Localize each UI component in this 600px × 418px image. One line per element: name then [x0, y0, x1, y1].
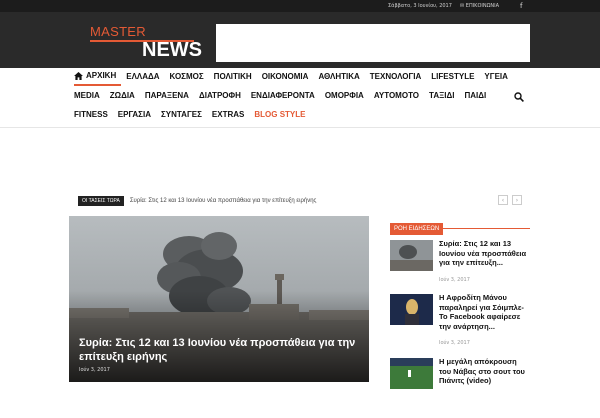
facebook-icon[interactable]: f [520, 2, 522, 10]
nav-row-3: FITNESS ΕΡΓΑΣΙΑ ΣΥΝΤΑΓΕΣ EXTRAS BLOG STY… [74, 106, 310, 124]
news-feed-sidebar: ΡΟΗ ΕΙΔΗΣΕΩΝ Συρία: Στις 12 και 13 Ιουνί… [390, 215, 530, 389]
nav-item-blog-style[interactable]: BLOG STYLE [249, 106, 310, 124]
nav-item-recipes[interactable]: ΣΥΝΤΑΓΕΣ [156, 106, 207, 124]
logo-news: NEWS [142, 39, 202, 61]
current-date: Σάββατο, 3 Ιουνίου, 2017 [388, 3, 452, 9]
contact-link[interactable]: ✉ ΕΠΙΚΟΙΝΩΝΙΑ [460, 3, 499, 9]
nav-item-sports[interactable]: ΑΘΛΗΤΙΚΑ [313, 68, 364, 86]
site-header: MASTER NEWS [0, 12, 600, 68]
nav-item-extras[interactable]: EXTRAS [207, 106, 249, 124]
nav-item-automoto[interactable]: ΑΥΤΟΜΟΤΟ [369, 87, 424, 105]
nav-item-health[interactable]: ΥΓΕΙΑ [479, 68, 512, 86]
nav-item-weird[interactable]: ΠΑΡΑΞΕΝΑ [140, 87, 194, 105]
logo-master: MASTER [90, 24, 146, 39]
featured-date: Ιούν 3, 2017 [79, 367, 110, 373]
news-thumbnail[interactable] [390, 294, 433, 325]
nav-item-world[interactable]: ΚΟΣΜΟΣ [165, 68, 209, 86]
nav-item-greece[interactable]: ΕΛΛΑΔΑ [121, 68, 164, 86]
ticker-next-button[interactable]: › [512, 195, 522, 205]
nav-item-politics[interactable]: ΠΟΛΙΤΙΚΗ [209, 68, 257, 86]
featured-article[interactable]: Συρία: Στις 12 και 13 Ιουνίου νέα προσπά… [69, 216, 369, 382]
news-feed-item[interactable]: Συρία: Στις 12 και 13 Ιουνίου νέα προσπά… [390, 239, 530, 300]
nav-item-economy[interactable]: ΟΙΚΟΝΟΜΙΑ [257, 68, 314, 86]
nav-item-fitness[interactable]: FITNESS [74, 106, 113, 124]
trending-ticker: ΟΙ ΤΑΣΕΙΣ ΤΩΡΑ Συρία: Στις 12 και 13 Ιου… [78, 195, 316, 207]
search-icon[interactable] [514, 92, 524, 102]
site-logo[interactable]: MASTER NEWS [88, 24, 202, 68]
news-title[interactable]: Η Αφροδίτη Μάνου παραληρεί για Σόιμπλε- … [439, 293, 530, 331]
nav-row-1: ΑΡΧΙΚΗ ΕΛΛΑΔΑ ΚΟΣΜΟΣ ΠΟΛΙΤΙΚΗ ΟΙΚΟΝΟΜΙΑ … [74, 68, 513, 86]
nav-item-child[interactable]: ΠΑΙΔΙ [459, 87, 491, 105]
nav-item-zodiac[interactable]: ΖΩΔΙΑ [105, 87, 140, 105]
nav-item-travel[interactable]: ΤΑΞΙΔΙ [424, 87, 459, 105]
home-icon [74, 72, 83, 80]
nav-item-interesting[interactable]: ΕΝΔΙΑΦΕΡΟΝΤΑ [246, 87, 320, 105]
nav-item-label: ΑΡΧΙΚΗ [86, 71, 117, 80]
trending-badge: ΟΙ ΤΑΣΕΙΣ ΤΩΡΑ [78, 196, 124, 206]
nav-item-media[interactable]: MEDIA [74, 87, 105, 105]
top-bar: Σάββατο, 3 Ιουνίου, 2017 ✉ ΕΠΙΚΟΙΝΩΝΙΑ f [0, 0, 600, 12]
news-title[interactable]: Συρία: Στις 12 και 13 Ιουνίου νέα προσπά… [439, 239, 530, 268]
nav-item-work[interactable]: ΕΡΓΑΣΙΑ [113, 106, 156, 124]
news-date: Ιούν 3, 2017 [439, 340, 470, 346]
nav-item-beauty[interactable]: ΟΜΟΡΦΙΑ [320, 87, 369, 105]
news-title[interactable]: Η μεγάλη απόκρουση του Νάβας στο σουτ το… [439, 357, 530, 386]
news-feed-heading-label: ΡΟΗ ΕΙΔΗΣΕΩΝ [390, 223, 444, 235]
news-feed-item[interactable]: Η μεγάλη απόκρουση του Νάβας στο σουτ το… [390, 357, 530, 418]
news-thumbnail[interactable] [390, 240, 433, 271]
news-feed-item[interactable]: Η Αφροδίτη Μάνου παραληρεί για Σόιμπλε- … [390, 293, 530, 354]
header-ad-banner[interactable] [216, 24, 530, 62]
nav-row-2: MEDIA ΖΩΔΙΑ ΠΑΡΑΞΕΝΑ ΔΙΑΤΡΟΦΗ ΕΝΔΙΑΦΕΡΟΝ… [74, 87, 491, 105]
news-date: Ιούν 3, 2017 [439, 277, 470, 283]
nav-item-home[interactable]: ΑΡΧΙΚΗ [74, 68, 122, 86]
ticker-prev-button[interactable]: ‹ [498, 195, 508, 205]
nav-item-technology[interactable]: ΤΕΧΝΟΛΟΓΙΑ [365, 68, 427, 86]
trending-headline[interactable]: Συρία: Στις 12 και 13 Ιουνίου νέα προσπά… [130, 198, 317, 204]
news-feed-heading: ΡΟΗ ΕΙΔΗΣΕΩΝ [390, 215, 530, 235]
nav-item-diet[interactable]: ΔΙΑΤΡΟΦΗ [194, 87, 246, 105]
news-thumbnail[interactable] [390, 358, 433, 389]
main-navigation: ΑΡΧΙΚΗ ΕΛΛΑΔΑ ΚΟΣΜΟΣ ΠΟΛΙΤΙΚΗ ΟΙΚΟΝΟΜΙΑ … [0, 68, 600, 128]
nav-item-lifestyle[interactable]: LIFESTYLE [426, 68, 479, 86]
featured-title[interactable]: Συρία: Στις 12 και 13 Ιουνίου νέα προσπά… [79, 336, 364, 364]
